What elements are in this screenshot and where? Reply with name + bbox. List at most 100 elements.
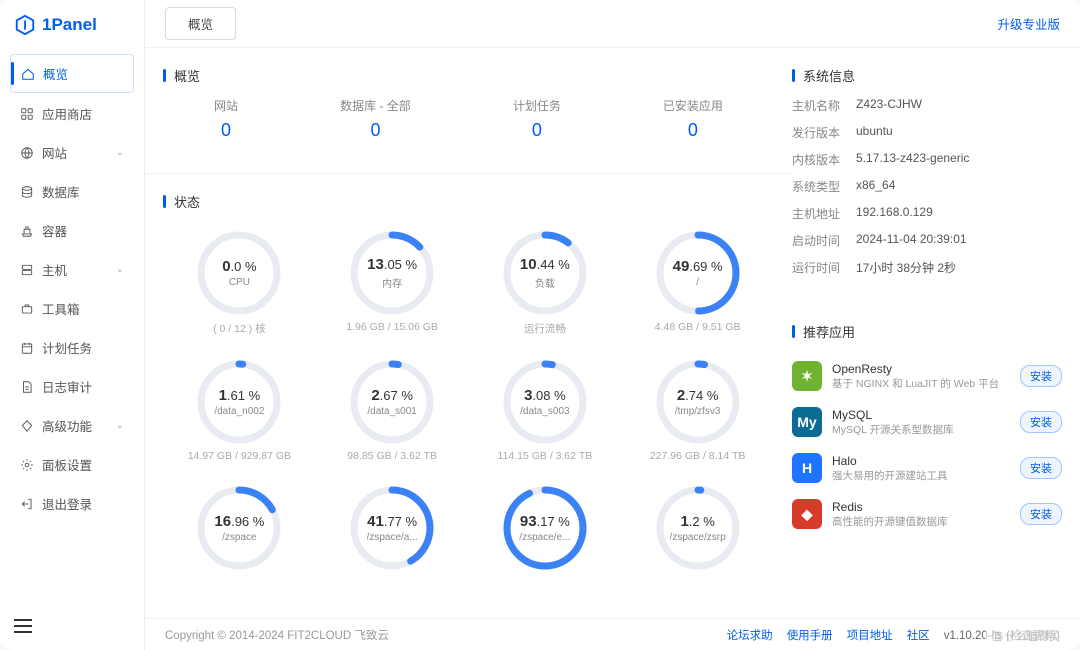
gauge-percent: 10.44 % xyxy=(520,256,570,273)
install-button[interactable]: 安装 xyxy=(1020,457,1062,479)
gauge[interactable]: 0.0 %CPU ( 0 / 12 ) 核 xyxy=(163,223,316,342)
overview-stat[interactable]: 已安装应用0 xyxy=(663,97,723,141)
stat-value: 0 xyxy=(513,120,561,141)
stat-label: 计划任务 xyxy=(513,97,561,114)
app-item: My MySQLMySQL 开源关系型数据库 安装 xyxy=(792,399,1062,445)
app-item: ✶ OpenResty基于 NGINX 和 LuaJIT 的 Web 平台 安装 xyxy=(792,353,1062,399)
sidebar-item-appstore[interactable]: 应用商店 xyxy=(10,95,134,132)
info-value: ubuntu xyxy=(856,124,1062,141)
sidebar-item-host[interactable]: 主机⌄ xyxy=(10,251,134,288)
footer-link[interactable]: 使用手册 xyxy=(787,627,833,643)
sidebar-item-advanced[interactable]: 高级功能 ⌄ xyxy=(10,407,134,444)
gauge-meta: 98.85 GB / 3.62 TB xyxy=(316,450,469,462)
app-item: H Halo强大易用的开源建站工具 安装 xyxy=(792,445,1062,491)
sidebar-item-overview[interactable]: 概览 xyxy=(10,54,134,93)
gauge-meta: 运行流畅 xyxy=(469,321,622,336)
sidebar-item-label: 工具箱 xyxy=(42,299,80,318)
exit-icon xyxy=(20,497,34,511)
sidebar-item-website[interactable]: 网站⌄ xyxy=(10,134,134,171)
overview-title: 概览 xyxy=(163,62,774,97)
gauge[interactable]: 2.74 %/tmp/zfsv3 227.96 GB / 8.14 TB xyxy=(621,352,774,468)
briefcase-icon xyxy=(20,302,34,316)
app-name: Redis xyxy=(832,500,1010,514)
app-desc: 强大易用的开源建站工具 xyxy=(832,468,1010,483)
gauge-percent: 49.69 % xyxy=(673,258,723,275)
gauge-meta: 4.48 GB / 9.51 GB xyxy=(621,321,774,333)
sidebar-item-label: 网站 xyxy=(42,143,67,162)
gauge-percent: 2.67 % xyxy=(371,387,413,404)
gauge[interactable]: 41.77 %/zspace/a... xyxy=(316,478,469,582)
app-name: MySQL xyxy=(832,408,1010,422)
sidebar-item-label: 概览 xyxy=(43,64,68,83)
overview-stat[interactable]: 网站0 xyxy=(214,97,238,141)
footer-link[interactable]: 项目地址 xyxy=(847,627,893,643)
gauge[interactable]: 49.69 %/ 4.48 GB / 9.51 GB xyxy=(621,223,774,342)
sidebar-item-label: 退出登录 xyxy=(42,494,92,513)
content: 概览 网站0数据库 - 全部0计划任务0已安装应用0 状态 0.0 %CPU (… xyxy=(145,48,1080,618)
gauge[interactable]: 16.96 % /zspace xyxy=(163,478,316,582)
watermark: 值 什么值得买 xyxy=(985,626,1066,646)
gauge[interactable]: 93.17 %/zspace/e... xyxy=(469,478,622,582)
gauge-label: /zspace/a... xyxy=(367,532,418,543)
gauge[interactable]: 3.08 %/data_s003 114.15 GB / 3.62 TB xyxy=(469,352,622,468)
stat-label: 网站 xyxy=(214,97,238,114)
info-key: 系统类型 xyxy=(792,178,856,195)
gauge[interactable]: 2.67 % /data_s001 98.85 GB / 3.62 TB xyxy=(316,352,469,468)
info-value: 2024-11-04 20:39:01 xyxy=(856,232,1062,249)
overview-stat[interactable]: 数据库 - 全部0 xyxy=(340,97,411,141)
gauge-percent: 1.2 % xyxy=(680,513,714,530)
sidebar-item-label: 高级功能 xyxy=(42,416,92,435)
app-icon: H xyxy=(792,453,822,483)
footer-link[interactable]: 社区 xyxy=(907,627,930,643)
overview-stat[interactable]: 计划任务 0 xyxy=(513,97,561,141)
sidebar-item-label: 容器 xyxy=(42,221,67,240)
upgrade-link[interactable]: 升级专业版 xyxy=(997,14,1060,33)
sidebar-item-settings[interactable]: 面板设置 xyxy=(10,446,134,483)
chevron-down-icon: ⌄ xyxy=(116,264,124,275)
recommend-card: 推荐应用 ✶ OpenResty基于 NGINX 和 LuaJIT 的 Web … xyxy=(792,318,1062,537)
info-row: 运行时间17小时 38分钟 2秒 xyxy=(792,259,1062,276)
gauge[interactable]: 1.2 % /zspace/zsrp xyxy=(621,478,774,582)
sidebar-item-audit[interactable]: 日志审计 xyxy=(10,368,134,405)
brand-logo[interactable]: 1Panel xyxy=(0,0,144,54)
sidebar-item-cron[interactable]: 计划任务 xyxy=(10,329,134,366)
info-value: 5.17.13-z423-generic xyxy=(856,151,1062,168)
gauge-label: 负载 xyxy=(535,275,555,290)
collapse-sidebar-button[interactable] xyxy=(0,605,144,650)
sidebar-item-logout[interactable]: 退出登录 xyxy=(10,485,134,522)
sysinfo-title: 系统信息 xyxy=(792,62,1062,97)
chevron-down-icon: ⌄ xyxy=(116,420,124,431)
doc-icon xyxy=(20,380,34,394)
sidebar-item-container[interactable]: 容器 xyxy=(10,212,134,249)
gauge-label: /data_s001 xyxy=(367,406,417,417)
info-row: 启动时间2024-11-04 20:39:01 xyxy=(792,232,1062,249)
sidebar-item-label: 面板设置 xyxy=(42,455,92,474)
footer-link[interactable]: 论坛求助 xyxy=(727,627,773,643)
stat-value: 0 xyxy=(663,120,723,141)
diamond-icon xyxy=(20,419,34,433)
globe-icon xyxy=(20,146,34,160)
info-key: 主机名称 xyxy=(792,97,856,114)
info-key: 运行时间 xyxy=(792,259,856,276)
sidebar-item-toolbox[interactable]: 工具箱 xyxy=(10,290,134,327)
gauge[interactable]: 1.61 %/data_n002 14.97 GB / 929.87 GB xyxy=(163,352,316,468)
sidebar-item-database[interactable]: 数据库 xyxy=(10,173,134,210)
info-row: 主机地址192.168.0.129 xyxy=(792,205,1062,222)
tab-overview[interactable]: 概览 xyxy=(165,7,236,40)
gauge-label: /zspace xyxy=(222,532,256,543)
install-button[interactable]: 安装 xyxy=(1020,411,1062,433)
gauge[interactable]: 13.05 %内存 1.96 GB / 15.06 GB xyxy=(316,223,469,342)
app-icon: ✶ xyxy=(792,361,822,391)
install-button[interactable]: 安装 xyxy=(1020,503,1062,525)
install-button[interactable]: 安装 xyxy=(1020,365,1062,387)
gauge-meta: ( 0 / 12 ) 核 xyxy=(163,321,316,336)
stat-label: 数据库 - 全部 xyxy=(340,97,411,114)
gauge[interactable]: 10.44 % 负载 运行流畅 xyxy=(469,223,622,342)
gauge-percent: 16.96 % xyxy=(214,513,264,530)
apps-icon xyxy=(20,107,34,121)
gear-icon xyxy=(20,458,34,472)
gauge-label: /zspace/zsrp xyxy=(670,532,726,543)
info-row: 内核版本5.17.13-z423-generic xyxy=(792,151,1062,168)
sidebar-item-label: 计划任务 xyxy=(42,338,92,357)
gauge-label: 内存 xyxy=(382,275,402,290)
